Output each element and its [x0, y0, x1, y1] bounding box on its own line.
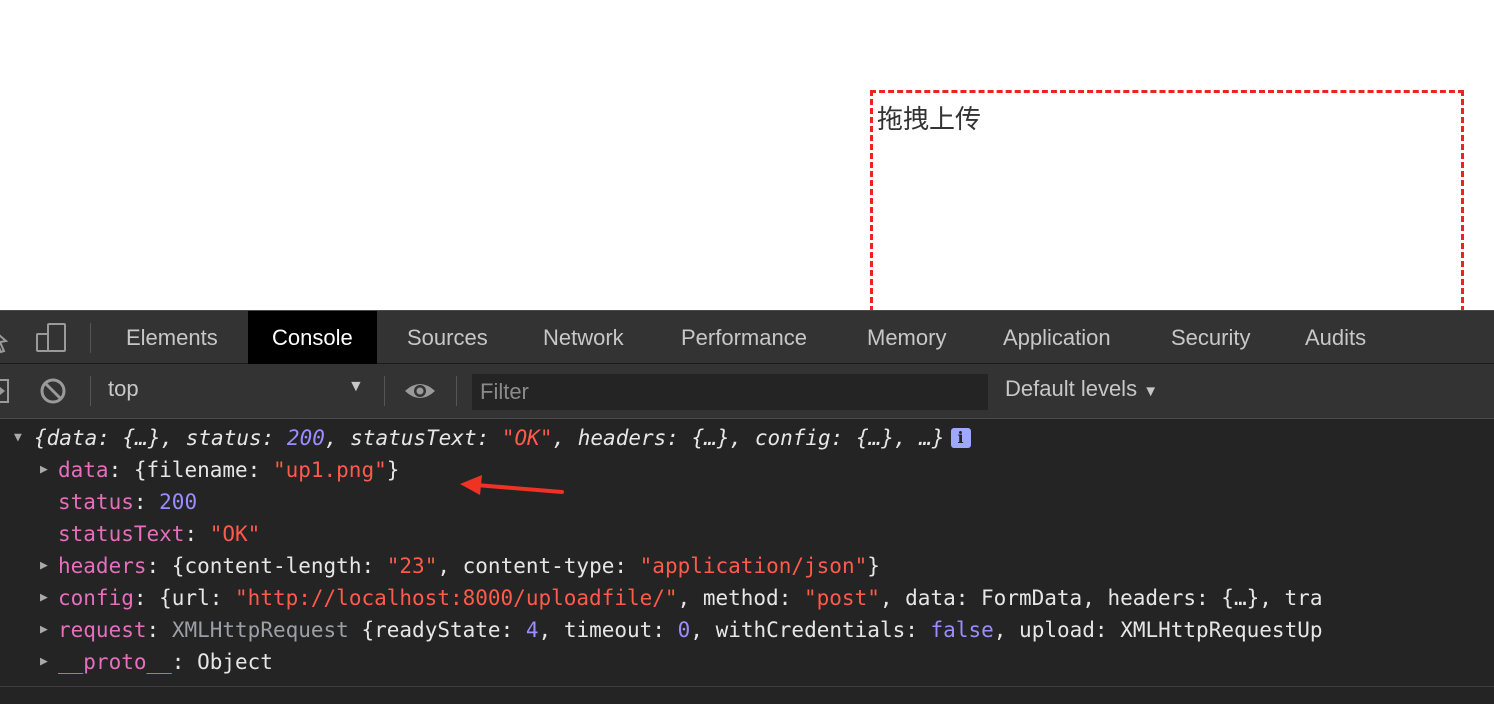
- expand-triangle-icon[interactable]: ▶: [40, 558, 48, 573]
- console-prop-request[interactable]: request: XMLHttpRequest {readyState: 4, …: [58, 614, 1323, 646]
- drop-upload-zone[interactable]: 拖拽上传: [870, 90, 1464, 310]
- expand-triangle-icon[interactable]: ▶: [40, 622, 48, 637]
- console-toolbar: top ▼ Default levels ▼: [0, 364, 1494, 419]
- tab-security[interactable]: Security: [1171, 311, 1250, 364]
- tab-network[interactable]: Network: [543, 311, 624, 364]
- expand-triangle-icon[interactable]: ▶: [40, 654, 48, 669]
- devtools-tabbar: Elements Console Sources Network Perform…: [0, 310, 1494, 364]
- console-prop-config[interactable]: config: {url: "http://localhost:8000/upl…: [58, 582, 1322, 614]
- inspect-element-icon[interactable]: [0, 321, 26, 355]
- log-levels-dropdown[interactable]: Default levels ▼: [1005, 376, 1158, 402]
- info-icon[interactable]: i: [950, 428, 971, 448]
- expand-triangle-icon[interactable]: ▶: [40, 590, 48, 605]
- console-prop-status: status: 200: [58, 490, 198, 514]
- console-object-summary[interactable]: {data: {…}, status: 200, statusText: "OK…: [34, 422, 971, 454]
- toolbar-separator: [456, 376, 457, 406]
- console-prop-proto[interactable]: __proto__: Object: [58, 646, 273, 678]
- tab-audits[interactable]: Audits: [1305, 311, 1366, 364]
- toolbar-separator: [90, 376, 91, 406]
- context-selector[interactable]: top: [108, 376, 139, 402]
- console-filter-input[interactable]: [472, 374, 988, 410]
- drop-upload-label: 拖拽上传: [877, 105, 982, 135]
- toolbar-separator: [384, 376, 385, 406]
- tab-memory[interactable]: Memory: [867, 311, 946, 364]
- console-prop-data[interactable]: data: {filename: "up1.png"}: [58, 454, 399, 486]
- console-prop-statustext: statusText: "OK": [58, 522, 261, 546]
- collapse-triangle-icon[interactable]: ▼: [14, 430, 22, 445]
- tab-console[interactable]: Console: [248, 311, 377, 364]
- devtools-panel: Elements Console Sources Network Perform…: [0, 310, 1494, 704]
- tabbar-separator: [90, 323, 91, 353]
- tab-performance[interactable]: Performance: [681, 311, 807, 364]
- console-prop-headers[interactable]: headers: {content-length: "23", content-…: [58, 550, 880, 582]
- device-toggle-icon[interactable]: [34, 321, 70, 355]
- show-sidebar-icon[interactable]: [0, 376, 22, 410]
- tab-elements[interactable]: Elements: [126, 311, 218, 364]
- annotation-arrow-icon: [460, 475, 564, 495]
- log-levels-label: Default levels: [1005, 376, 1138, 401]
- expand-triangle-icon[interactable]: ▶: [40, 462, 48, 477]
- tab-application[interactable]: Application: [1003, 311, 1111, 364]
- chevron-down-icon: ▼: [1143, 383, 1159, 400]
- clear-console-icon[interactable]: [38, 376, 74, 410]
- page-viewport: 拖拽上传: [0, 0, 1494, 310]
- console-output: ▼ {data: {…}, status: 200, statusText: "…: [0, 420, 1494, 704]
- live-expression-eye-icon[interactable]: [402, 375, 438, 409]
- context-dropdown-icon[interactable]: ▼: [348, 378, 364, 396]
- console-divider: [0, 686, 1494, 687]
- tab-sources[interactable]: Sources: [407, 311, 488, 364]
